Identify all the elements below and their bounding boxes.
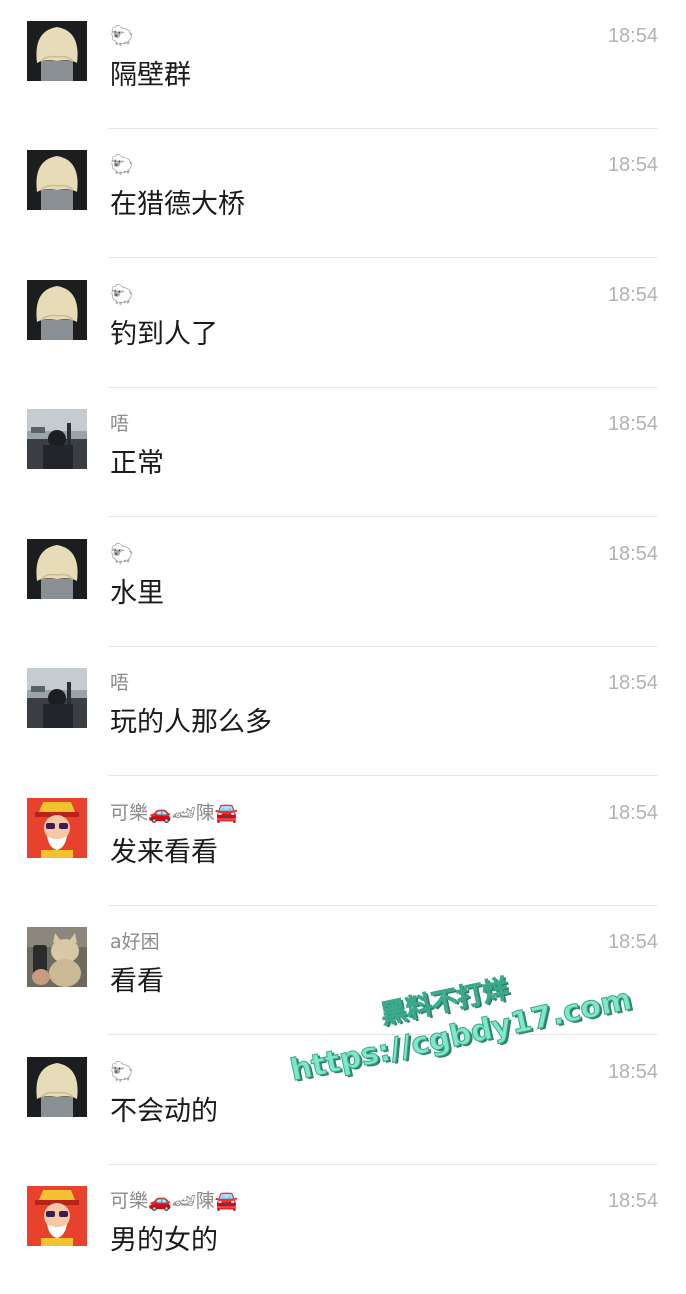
message-time: 18:54 [607, 931, 658, 953]
message-time: 18:54 [607, 1061, 658, 1083]
car-photo-avatar-icon [27, 409, 87, 469]
divider [108, 1034, 658, 1035]
message-row[interactable]: 可樂🚗🏎陳🚘 18:54 男的女的 [0, 1165, 686, 1294]
message-text: 水里 [110, 578, 164, 609]
avatar-blonde-bob[interactable] [27, 21, 87, 81]
message-text: 不会动的 [110, 1096, 218, 1127]
blonde-bob-avatar-icon [27, 21, 87, 81]
sender-name: 🐑 [110, 543, 134, 565]
blonde-bob-avatar-icon [27, 150, 87, 210]
message-text: 钓到人了 [110, 319, 218, 350]
cat-photo-avatar-icon [27, 927, 87, 987]
message-row[interactable]: 🐑 18:54 隔壁群 [0, 0, 686, 129]
sender-name: 可樂🚗🏎陳🚘 [110, 802, 239, 824]
message-row[interactable]: 🐑 18:54 不会动的 [0, 1036, 686, 1165]
message-time: 18:54 [607, 1190, 658, 1212]
avatar-blonde-bob[interactable] [27, 150, 87, 210]
avatar-blonde-bob[interactable] [27, 1057, 87, 1117]
sender-name: 🐑 [110, 284, 134, 306]
message-row[interactable]: 🐑 18:54 钓到人了 [0, 259, 686, 388]
message-time: 18:54 [607, 154, 658, 176]
blonde-bob-avatar-icon [27, 539, 87, 599]
avatar-cat-photo[interactable] [27, 927, 87, 987]
avatar-blonde-bob[interactable] [27, 539, 87, 599]
sender-name: 🐑 [110, 1061, 134, 1083]
message-time: 18:54 [607, 543, 658, 565]
message-text: 发来看看 [110, 837, 218, 868]
avatar-car-photo[interactable] [27, 668, 87, 728]
avatar-cartoon-god[interactable] [27, 1186, 87, 1246]
message-row[interactable]: a好困 18:54 看看 [0, 906, 686, 1035]
sender-name: 唔 [110, 413, 130, 435]
message-row[interactable]: 唔 18:54 正常 [0, 388, 686, 517]
avatar-cartoon-god[interactable] [27, 798, 87, 858]
message-row[interactable]: 唔 18:54 玩的人那么多 [0, 647, 686, 776]
message-text: 男的女的 [110, 1225, 218, 1256]
sender-name: 唔 [110, 672, 130, 694]
sender-name: 可樂🚗🏎陳🚘 [110, 1190, 239, 1212]
message-row[interactable]: 🐑 18:54 水里 [0, 518, 686, 647]
message-time: 18:54 [607, 802, 658, 824]
message-text: 玩的人那么多 [110, 707, 272, 738]
message-text: 隔壁群 [110, 60, 191, 91]
avatar-car-photo[interactable] [27, 409, 87, 469]
message-time: 18:54 [607, 672, 658, 694]
divider [108, 257, 658, 258]
message-time: 18:54 [607, 413, 658, 435]
message-text: 在猎德大桥 [110, 189, 245, 220]
divider [108, 775, 658, 776]
car-photo-avatar-icon [27, 668, 87, 728]
message-row[interactable]: 🐑 18:54 在猎德大桥 [0, 129, 686, 258]
divider [108, 516, 658, 517]
avatar-blonde-bob[interactable] [27, 280, 87, 340]
sender-name: 🐑 [110, 25, 134, 47]
message-time: 18:54 [607, 284, 658, 306]
cartoon-god-avatar-icon [27, 798, 87, 858]
sender-name: 🐑 [110, 154, 134, 176]
message-text: 看看 [110, 966, 164, 997]
blonde-bob-avatar-icon [27, 1057, 87, 1117]
message-text: 正常 [110, 448, 164, 479]
message-time: 18:54 [607, 25, 658, 47]
sender-name: a好困 [110, 931, 160, 953]
blonde-bob-avatar-icon [27, 280, 87, 340]
message-row[interactable]: 可樂🚗🏎陳🚘 18:54 发来看看 [0, 777, 686, 906]
cartoon-god-avatar-icon [27, 1186, 87, 1246]
